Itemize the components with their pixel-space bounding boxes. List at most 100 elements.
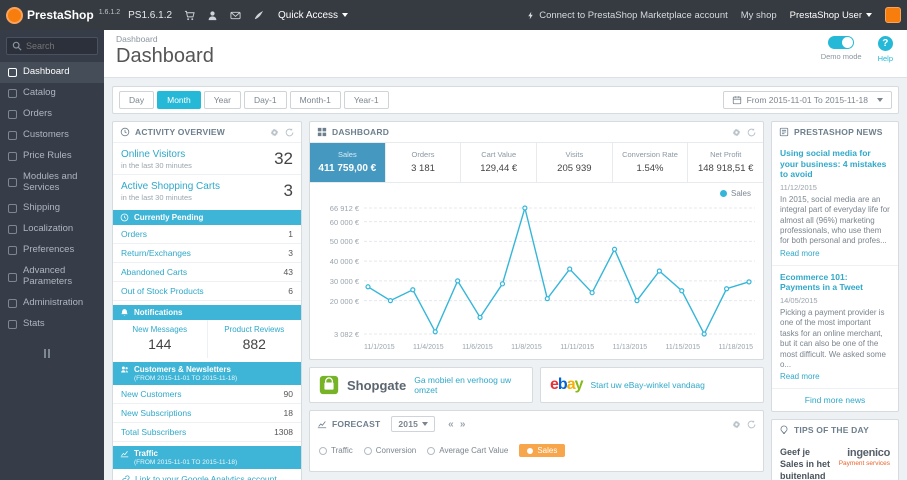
customers-row[interactable]: New Customers 90 (113, 385, 301, 404)
notif-value: 144 (148, 336, 172, 352)
row-label[interactable]: Return/Exchanges (121, 248, 191, 258)
pending-row[interactable]: Abandoned Carts 43 (113, 263, 301, 282)
pending-row[interactable]: Orders 1 (113, 225, 301, 244)
gear-icon[interactable] (732, 420, 741, 429)
dashboard-panel: DASHBOARD Sales 411 759,00 € Orders 3 181 … (309, 121, 764, 360)
sidebar-item-localization[interactable]: Localization (0, 219, 104, 240)
chart-line-icon (120, 449, 129, 458)
read-more-link[interactable]: Read more (780, 372, 820, 381)
kpi-value: 205 939 (557, 163, 592, 174)
forecast-year-select[interactable]: 2015 (391, 416, 436, 432)
sidebar-item-stats[interactable]: Stats (0, 314, 104, 335)
demo-mode-toggle[interactable] (828, 36, 855, 49)
prestashop-logo[interactable]: PrestaShop 1.6.1.2 (6, 6, 120, 24)
shop-name: PS1.6.1.2 (128, 9, 173, 21)
page-header: Dashboard Dashboard Demo mode ? Help (104, 30, 907, 78)
sidebar-item-preferences[interactable]: Preferences (0, 240, 104, 261)
row-label[interactable]: Total Subscribers (121, 427, 186, 437)
filter-day-button[interactable]: Day (119, 91, 155, 109)
chart-plot-area[interactable] (364, 202, 755, 342)
cart-icon[interactable] (184, 10, 195, 21)
shopgate-promo[interactable]: Shopgate Ga mobiel en verhoog uw omzet (309, 367, 533, 403)
marketplace-link[interactable]: Connect to PrestaShop Marketplace accoun… (526, 10, 728, 21)
prev-year-button[interactable]: « (448, 419, 454, 430)
my-shop-link[interactable]: My shop (741, 10, 777, 21)
article-title-link[interactable]: Using social media for your business: 4 … (780, 148, 890, 180)
new-messages[interactable]: New Messages 144 (113, 320, 208, 358)
read-more-link[interactable]: Read more (780, 249, 820, 258)
ebay-promo[interactable]: ebay Start uw eBay-winkel vandaag (540, 367, 764, 403)
customers-section-header: Customers & Newsletters (FROM 2015-11-01… (113, 362, 301, 385)
filter-month-1-button[interactable]: Month-1 (289, 91, 341, 109)
sidebar-search (6, 37, 98, 55)
avatar[interactable] (885, 7, 901, 23)
sidebar-item-shipping[interactable]: Shipping (0, 198, 104, 219)
filter-year-button[interactable]: Year (203, 91, 241, 109)
sidebar-item-dashboard[interactable]: Dashboard (0, 62, 104, 83)
gear-icon[interactable] (732, 128, 741, 137)
row-label[interactable]: Orders (121, 229, 147, 239)
kpi-conversion-rate[interactable]: Conversion Rate 1.54% (613, 143, 689, 182)
find-more-news-link[interactable]: Find more news (772, 389, 898, 411)
online-visitors-link[interactable]: Online Visitors (121, 149, 185, 160)
quick-access-menu[interactable]: Quick Access (278, 10, 349, 21)
row-label[interactable]: New Subscriptions (121, 408, 191, 418)
stats-icon (8, 319, 17, 329)
kpi-sales[interactable]: Sales 411 759,00 € (310, 143, 386, 182)
google-analytics-link[interactable]: Link to your Google Analytics account (113, 469, 301, 480)
forecast-legend-traffic[interactable]: Traffic (319, 446, 353, 455)
x-tick: 11/18/2015 (718, 344, 753, 351)
product-reviews[interactable]: Product Reviews 882 (208, 320, 302, 358)
prestashop-logo-icon (6, 6, 23, 24)
sidebar-item-modules[interactable]: Modules and Services (0, 167, 104, 199)
user-menu[interactable]: PrestaShop User (790, 10, 872, 21)
y-tick: 66 912 € (329, 204, 359, 213)
sidebar-item-customers[interactable]: Customers (0, 125, 104, 146)
calendar-icon (732, 95, 742, 105)
ebay-promo-link[interactable]: Start uw eBay-winkel vandaag (591, 380, 705, 390)
article-title-link[interactable]: Ecommerce 101: Payments in a Tweet (780, 272, 890, 293)
rocket-icon[interactable] (253, 10, 264, 21)
sidebar-item-administration[interactable]: Administration (0, 293, 104, 314)
forecast-legend-avg-cart-value[interactable]: Average Cart Value (427, 446, 508, 455)
kpi-cart-value[interactable]: Cart Value 129,44 € (461, 143, 538, 182)
customers-icon[interactable] (207, 10, 218, 21)
section-title: Currently Pending (134, 213, 204, 222)
forecast-legend-sales[interactable]: Sales (519, 444, 566, 457)
customers-row[interactable]: Total Subscribers 1308 (113, 423, 301, 442)
sales-legend-label: Sales (730, 189, 751, 198)
sidebar-collapse-button[interactable] (44, 348, 104, 358)
filter-year-1-button[interactable]: Year-1 (343, 91, 389, 109)
filter-month-button[interactable]: Month (157, 91, 201, 109)
active-carts-sub: in the last 30 minutes (121, 193, 192, 202)
row-label[interactable]: Out of Stock Products (121, 286, 204, 296)
filter-day-1-button[interactable]: Day-1 (243, 91, 287, 109)
sidebar-item-orders[interactable]: Orders (0, 104, 104, 125)
forecast-legend-conversion[interactable]: Conversion (363, 446, 416, 455)
gear-icon[interactable] (270, 128, 279, 137)
refresh-icon[interactable] (747, 127, 756, 137)
kpi-net-profit[interactable]: Net Profit 148 918,51 € (688, 143, 763, 182)
sidebar-item-price-rules[interactable]: Price Rules (0, 146, 104, 167)
kpi-orders[interactable]: Orders 3 181 (386, 143, 462, 182)
kpi-visits[interactable]: Visits 205 939 (537, 143, 613, 182)
next-year-button[interactable]: » (460, 419, 466, 430)
pending-row[interactable]: Out of Stock Products 6 (113, 282, 301, 301)
row-label[interactable]: New Customers (121, 389, 181, 399)
search-input[interactable] (26, 41, 88, 51)
shopgate-promo-link[interactable]: Ga mobiel en verhoog uw omzet (414, 375, 523, 395)
user-menu-label: PrestaShop User (789, 9, 862, 21)
refresh-icon[interactable] (747, 419, 756, 429)
grid-icon (317, 127, 327, 137)
date-range-picker[interactable]: From 2015-11-01 To 2015-11-18 (722, 91, 892, 109)
pending-row[interactable]: Return/Exchanges 3 (113, 244, 301, 263)
active-carts-link[interactable]: Active Shopping Carts (121, 181, 220, 192)
customers-row[interactable]: New Subscriptions 18 (113, 404, 301, 423)
sidebar-item-advanced-parameters[interactable]: Advanced Parameters (0, 261, 104, 293)
messages-icon[interactable] (230, 10, 241, 21)
traffic-section-header: Traffic (FROM 2015-11-01 TO 2015-11-18) (113, 446, 301, 469)
refresh-icon[interactable] (285, 127, 294, 137)
sidebar-item-catalog[interactable]: Catalog (0, 83, 104, 104)
row-label[interactable]: Abandoned Carts (121, 267, 187, 277)
help-icon[interactable]: ? (877, 36, 893, 51)
